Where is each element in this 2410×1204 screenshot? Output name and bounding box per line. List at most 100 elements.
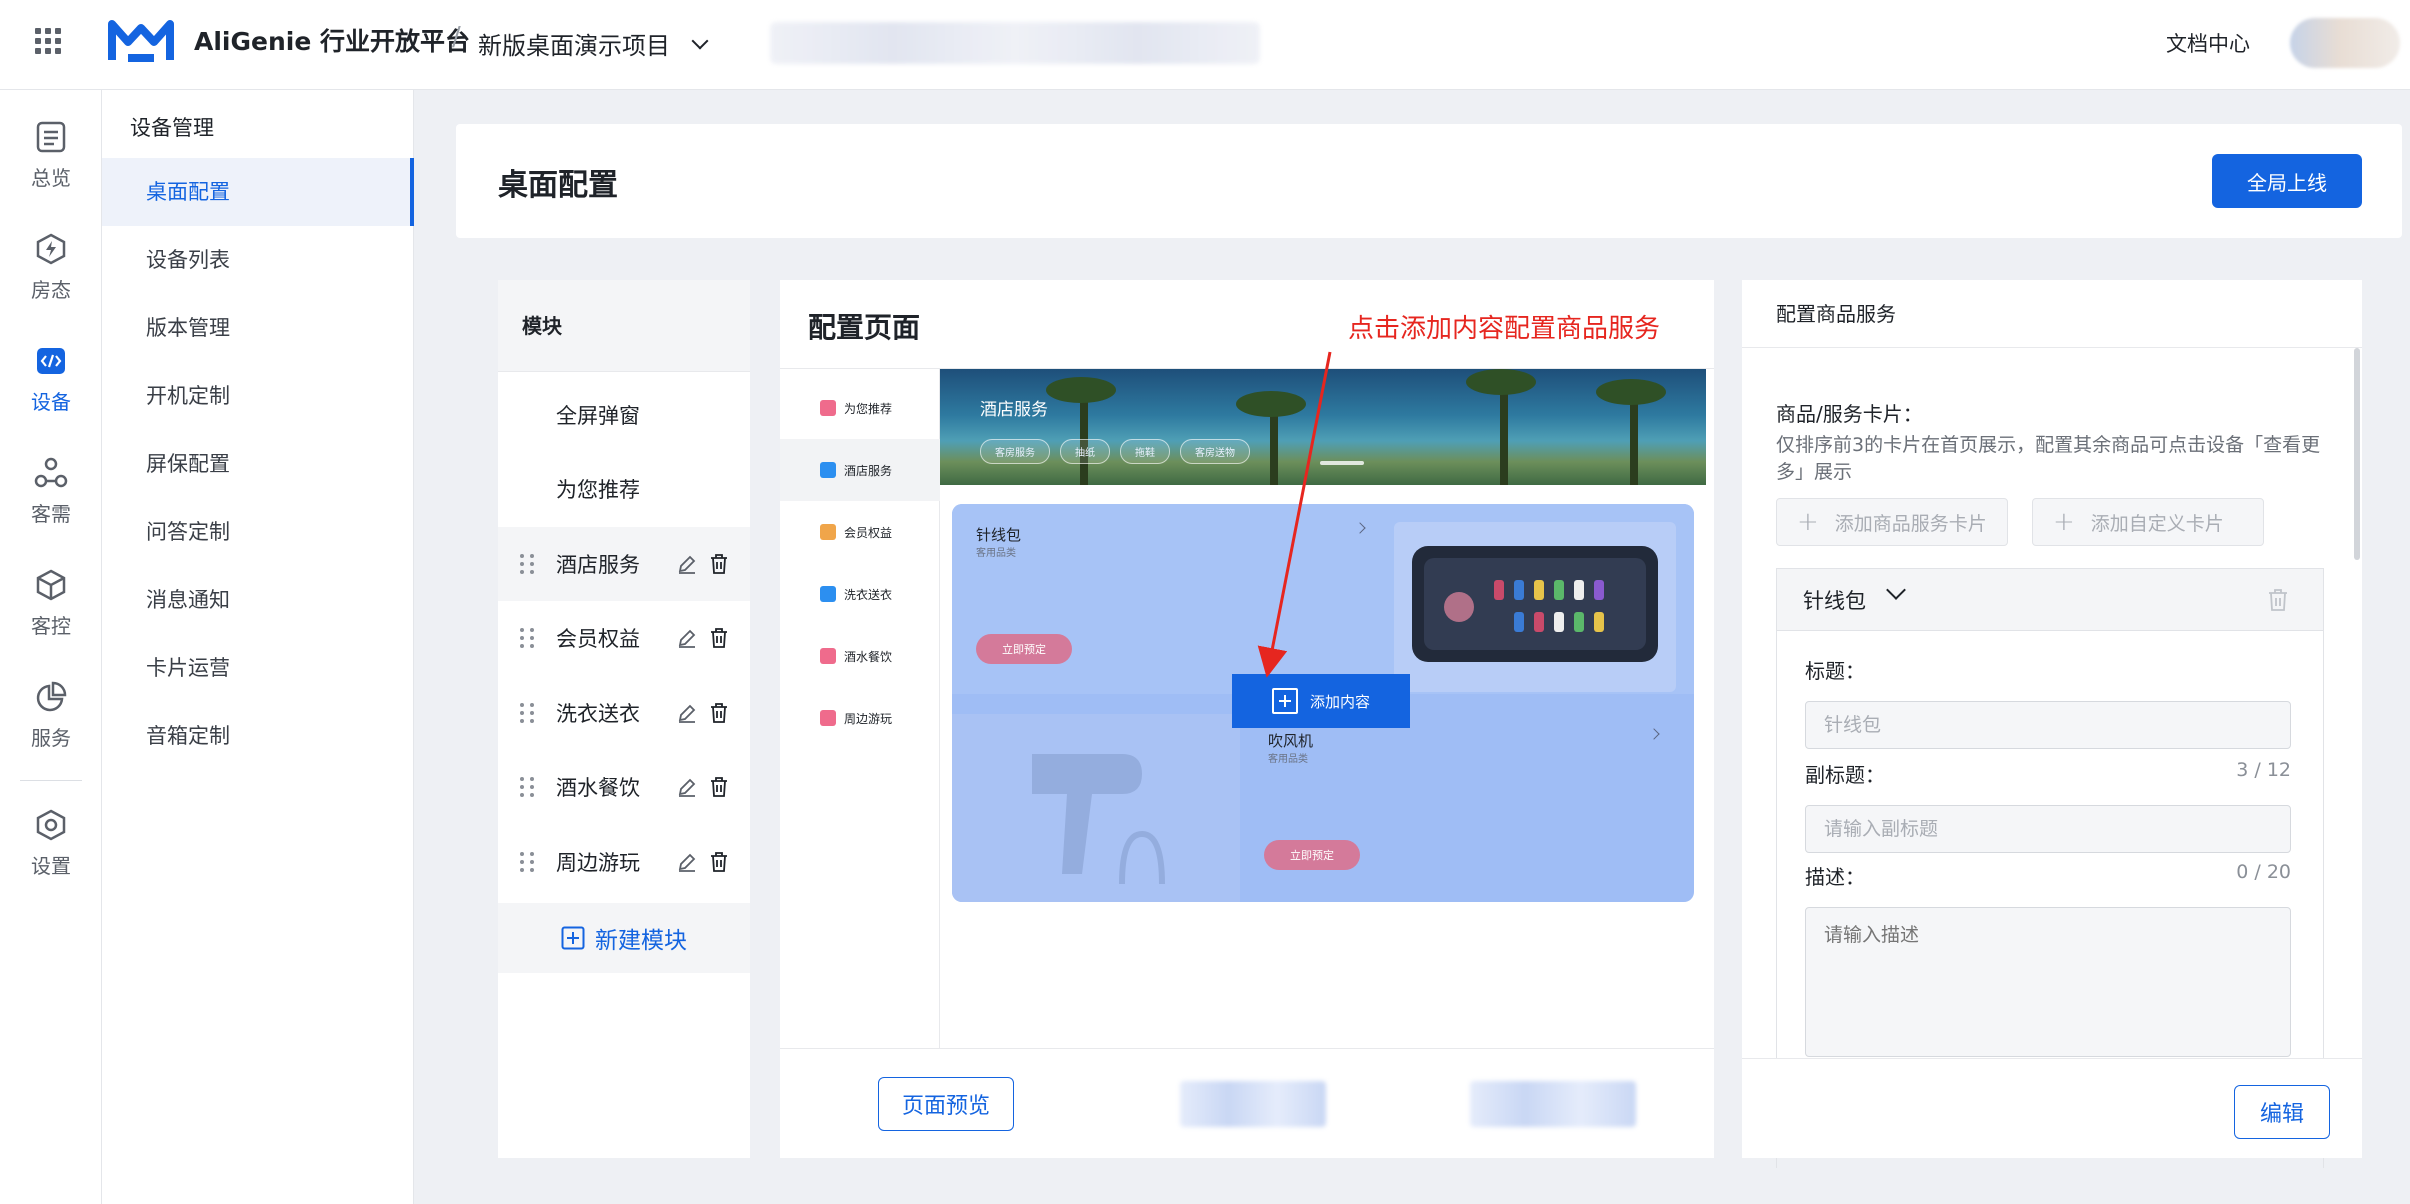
kit-item: [1554, 612, 1564, 632]
rail-item-guest-needs[interactable]: 客需: [0, 444, 102, 544]
module-name: 洗衣送衣: [556, 702, 640, 726]
plus-icon: +: [2053, 507, 2075, 537]
card-item-name[interactable]: 针线包: [1803, 585, 1866, 615]
drag-handle-icon[interactable]: [520, 703, 540, 723]
subnav-item-speaker[interactable]: 音箱定制: [102, 702, 414, 770]
desc-textarea[interactable]: [1805, 907, 2291, 1057]
module-item[interactable]: 为您推荐: [498, 452, 750, 526]
trash-icon[interactable]: [708, 776, 730, 798]
banner-tag[interactable]: 拖鞋: [1120, 439, 1170, 464]
edit-icon[interactable]: [676, 553, 698, 575]
subtitle-input[interactable]: [1805, 805, 2291, 853]
publish-all-button[interactable]: 全局上线: [2212, 154, 2362, 208]
preview-nav-item[interactable]: 酒水餐饮: [780, 625, 940, 687]
card-item-header[interactable]: 针线包: [1777, 569, 2323, 631]
carousel-indicator: [1320, 461, 1364, 465]
edit-icon[interactable]: [676, 776, 698, 798]
banner-tags: 客房服务 抽纸 拖鞋 客房送物: [980, 439, 1250, 464]
chevron-down-icon[interactable]: [1886, 580, 1906, 600]
drinks-icon: [820, 648, 836, 664]
rail-label: 服务: [31, 726, 71, 750]
edit-icon[interactable]: [676, 851, 698, 873]
kit-item: [1594, 612, 1604, 632]
module-item[interactable]: 周边游玩: [498, 825, 750, 899]
add-custom-card-button[interactable]: + 添加自定义卡片: [2032, 498, 2264, 546]
module-item[interactable]: 酒店服务: [498, 527, 750, 601]
book-now-button[interactable]: 立即预定: [976, 634, 1072, 664]
subtitle-label: 副标题：: [1805, 763, 1885, 787]
rail-label: 总览: [31, 166, 71, 190]
rail-item-settings[interactable]: 设置: [0, 796, 102, 896]
preview-nav-item[interactable]: 酒店服务: [780, 439, 940, 501]
module-name: 为您推荐: [556, 478, 640, 502]
scrollbar[interactable]: [2354, 348, 2360, 560]
drag-handle-icon[interactable]: [520, 852, 540, 872]
project-selector[interactable]: 新版桌面演示项目: [478, 26, 709, 61]
subnav-item-qa[interactable]: 问答定制: [102, 498, 414, 566]
preview-nav-label: 酒店服务: [844, 463, 893, 478]
subnav-item-desktop-config[interactable]: 桌面配置: [102, 158, 414, 226]
module-item[interactable]: 酒水餐饮: [498, 750, 750, 824]
redacted-area: [1470, 1081, 1636, 1127]
rail-item-service[interactable]: 服务: [0, 668, 102, 768]
drag-handle-icon[interactable]: [520, 554, 540, 574]
drag-handle-icon[interactable]: [520, 628, 540, 648]
avatar[interactable]: [2290, 18, 2400, 68]
desc-label: 描述：: [1805, 865, 1865, 889]
edit-button[interactable]: 编辑: [2234, 1085, 2330, 1139]
product-service-panel: 配置商品服务 商品/服务卡片： 仅排序前3的卡片在首页展示，配置其余商品可点击设…: [1742, 280, 2362, 1168]
edit-icon[interactable]: [676, 702, 698, 724]
title-input[interactable]: [1805, 701, 2291, 749]
subnav-item-screensaver[interactable]: 屏保配置: [102, 430, 414, 498]
desc-count: 0 / 20: [2236, 861, 2291, 883]
trash-icon[interactable]: [708, 702, 730, 724]
annotation-text: 点击添加内容配置商品服务: [1348, 314, 1661, 344]
subnav-item-version[interactable]: 版本管理: [102, 294, 414, 362]
rail-item-guest-control[interactable]: 客控: [0, 556, 102, 656]
book-now-button[interactable]: 立即预定: [1264, 840, 1360, 870]
hotel-banner: 酒店服务 客房服务 抽纸 拖鞋 客房送物: [940, 369, 1706, 485]
rail-item-room-status[interactable]: 房态: [0, 220, 102, 320]
edit-icon[interactable]: [676, 627, 698, 649]
palm-frond: [1236, 391, 1306, 417]
preview-nav-label: 会员权益: [844, 525, 893, 540]
preview-nav-item[interactable]: 为您推荐: [780, 377, 940, 439]
add-content-button[interactable]: 添加内容: [1232, 674, 1410, 728]
module-item[interactable]: 洗衣送衣: [498, 676, 750, 750]
app-grid-icon[interactable]: [35, 28, 61, 54]
module-item[interactable]: 全屏弹窗: [498, 378, 750, 452]
cards-label: 商品/服务卡片：: [1776, 402, 1923, 426]
trash-icon[interactable]: [708, 627, 730, 649]
add-product-card-button[interactable]: + 添加商品服务卡片: [1776, 498, 2008, 546]
banner-tag[interactable]: 抽纸: [1060, 439, 1110, 464]
trash-icon[interactable]: [708, 553, 730, 575]
product-card[interactable]: 针线包 客用品类 立即预定: [952, 504, 1694, 694]
banner-tag[interactable]: 客房送物: [1180, 439, 1250, 464]
preview-nav-item[interactable]: 周边游玩: [780, 687, 940, 749]
trash-icon[interactable]: [708, 851, 730, 873]
trash-icon[interactable]: [2265, 587, 2291, 613]
subnav-item-device-list[interactable]: 设备列表: [102, 226, 414, 294]
redacted-area: [770, 22, 1260, 64]
rail-item-device[interactable]: 设备: [0, 332, 102, 432]
palm-tree: [1630, 399, 1638, 485]
modules-panel: 模块 全屏弹窗 为您推荐 酒店服务 会员权益 洗衣送衣 酒水餐饮 周边游玩 新建…: [498, 280, 750, 1158]
preview-nav-label: 周边游玩: [844, 711, 893, 726]
subnav-item-card-ops[interactable]: 卡片运营: [102, 634, 414, 702]
kit-item: [1594, 580, 1604, 600]
banner-tag[interactable]: 客房服务: [980, 439, 1050, 464]
preview-nav-item[interactable]: 洗衣送衣: [780, 563, 940, 625]
subnav-item-notifications[interactable]: 消息通知: [102, 566, 414, 634]
guest-control-icon: [36, 569, 66, 601]
page-preview-button[interactable]: 页面预览: [878, 1077, 1014, 1131]
preview-nav: 为您推荐 酒店服务 会员权益 洗衣送衣 酒水餐饮 周边游玩: [780, 369, 940, 1049]
preview-nav-label: 洗衣送衣: [844, 587, 893, 602]
preview-nav-item[interactable]: 会员权益: [780, 501, 940, 563]
doc-center-link[interactable]: 文档中心: [2166, 28, 2250, 58]
rail-item-overview[interactable]: 总览: [0, 108, 102, 208]
kit-item: [1444, 592, 1474, 622]
drag-handle-icon[interactable]: [520, 777, 540, 797]
module-item[interactable]: 会员权益: [498, 601, 750, 675]
new-module-button[interactable]: 新建模块: [498, 903, 750, 973]
subnav-item-boot[interactable]: 开机定制: [102, 362, 414, 430]
